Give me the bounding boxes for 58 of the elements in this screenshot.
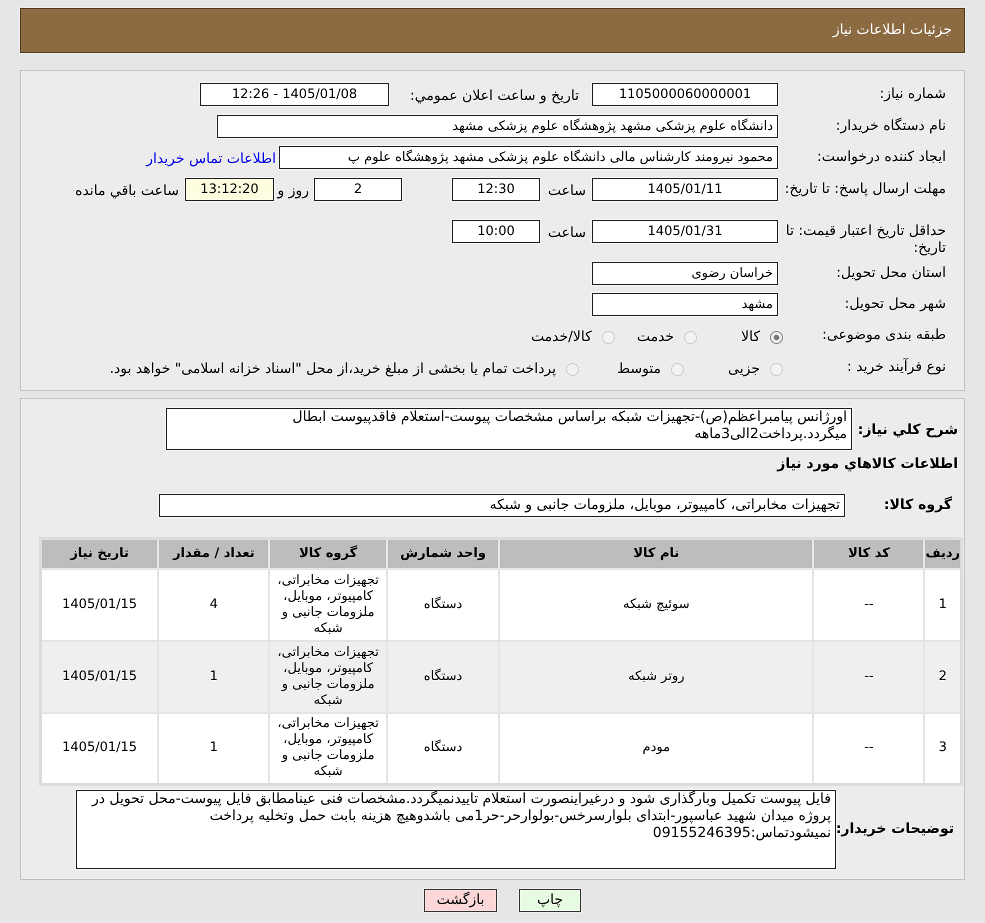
column-header: تعداد / مقدار xyxy=(158,538,270,568)
field-label: کالا xyxy=(741,328,760,347)
field-label: ساعت xyxy=(546,224,587,243)
input-field[interactable]: مشهد xyxy=(592,293,778,316)
input-field[interactable]: محمود نیرومند کارشناس مالی دانشگاه علوم پزشکی مشهد پژوهشگاه علوم پ xyxy=(279,146,778,169)
back-button[interactable]: بازگشت xyxy=(424,889,497,912)
table-cell: 2 xyxy=(924,640,962,712)
field-label: نام دستگاه خریدار: xyxy=(834,116,946,135)
field-label: ایجاد کننده درخواست: xyxy=(816,148,946,166)
input-field[interactable]: تجهیزات مخابراتی، کامپیوتر، موبایل، ملزومات جانبی و شبکه xyxy=(159,494,845,517)
input-field[interactable]: 1405/01/31 xyxy=(592,220,778,243)
field-label: شرح کلي نیاز: xyxy=(856,421,958,440)
text-area[interactable]: فایل پیوست تکمیل وبارگذاری شود و درغیراینصورت استعلام تاییدنمیگردد.مشخصات فنی عینامطابق فایل پیوست-محل تحویل در پروژه میدان شهید عباسپور-ابتدای بلوارسرخس-بولوارحر-حر1می باشدوهیچ هزینه بابت حمل وتخلیه پرداخت نمیشودتماس:09155246395 xyxy=(76,790,836,869)
field-label: کالا/خدمت xyxy=(530,328,592,347)
field-label: ساعت xyxy=(546,182,587,201)
input-field[interactable]: 1405/01/08 - 12:26 xyxy=(200,83,389,106)
field-label: شماره نیاز: xyxy=(878,85,946,103)
page-title: جزئیات اطلاعات نیاز xyxy=(832,21,952,40)
contact-link[interactable]: اطلاعات تماس خریدار xyxy=(146,146,276,170)
field-label: استان محل تحویل: xyxy=(835,264,946,282)
table-cell: 1 xyxy=(924,568,962,640)
column-header: تاریخ نیاز xyxy=(40,538,158,568)
field-label: اطلاعات کالاهاي مورد نیاز xyxy=(776,455,958,474)
column-header: گروه کالا xyxy=(269,538,387,568)
print-button[interactable]: چاپ xyxy=(519,889,581,912)
input-field[interactable]: دانشگاه علوم پزشکی مشهد پژوهشگاه علوم پزشکی مشهد xyxy=(217,115,778,138)
field-label: شهر محل تحویل: xyxy=(844,295,946,313)
radio-button[interactable] xyxy=(566,363,580,376)
column-header: نام کالا xyxy=(499,538,814,568)
field-label: متوسط xyxy=(617,360,662,379)
input-field[interactable]: 1405/01/11 xyxy=(592,178,778,201)
field-label: پرداخت تمام یا بخشی از مبلغ خرید،از محل "اسناد خزانه اسلامی" خواهد بود. xyxy=(110,360,556,379)
text-area[interactable]: اورژانس پیامبراعظم(ص)-تجهیزات شبکه براساس مشخصات پیوست-استعلام فاقدپیوست ابطال میگردد.پرداخت2الی3ماهه xyxy=(166,408,852,450)
field-label: جزیی xyxy=(728,360,760,379)
radio-button[interactable] xyxy=(684,331,698,344)
column-header: کد کالا xyxy=(813,538,924,568)
input-field[interactable]: خراسان رضوی xyxy=(592,262,778,285)
field-label: روز و xyxy=(276,182,310,201)
input-field[interactable]: 13:12:20 xyxy=(185,178,274,201)
field-label: تاريخ و ساعت اعلان عمومي: xyxy=(409,87,579,106)
column-header: واحد شمارش xyxy=(386,538,500,568)
field-label: مهلت ارسال پاسخ: تا تاریخ: xyxy=(784,180,946,198)
field-label: ساعت باقي مانده xyxy=(75,182,180,201)
column-header: ردیف xyxy=(924,538,962,568)
radio-button[interactable] xyxy=(770,331,783,344)
field-label: حداقل تاريخ اعتبار قیمت: تا تاریخ: xyxy=(784,222,946,257)
radio-button[interactable] xyxy=(671,363,684,376)
input-field[interactable]: 2 xyxy=(314,178,402,201)
field-label: طبقه بندی موضوعی: xyxy=(821,326,946,344)
field-label: نوع فرآیند خرید : xyxy=(846,357,946,376)
radio-button[interactable] xyxy=(770,363,783,376)
input-field[interactable]: 12:30 xyxy=(452,178,540,201)
input-field[interactable]: 10:00 xyxy=(452,220,540,243)
field-label: توضیحات خریدار: xyxy=(836,820,955,839)
field-label: خدمت xyxy=(636,328,674,347)
input-field[interactable]: 1105000060000001 xyxy=(592,83,778,106)
field-label: گروه کالا: xyxy=(882,495,953,515)
radio-button[interactable] xyxy=(602,331,615,344)
